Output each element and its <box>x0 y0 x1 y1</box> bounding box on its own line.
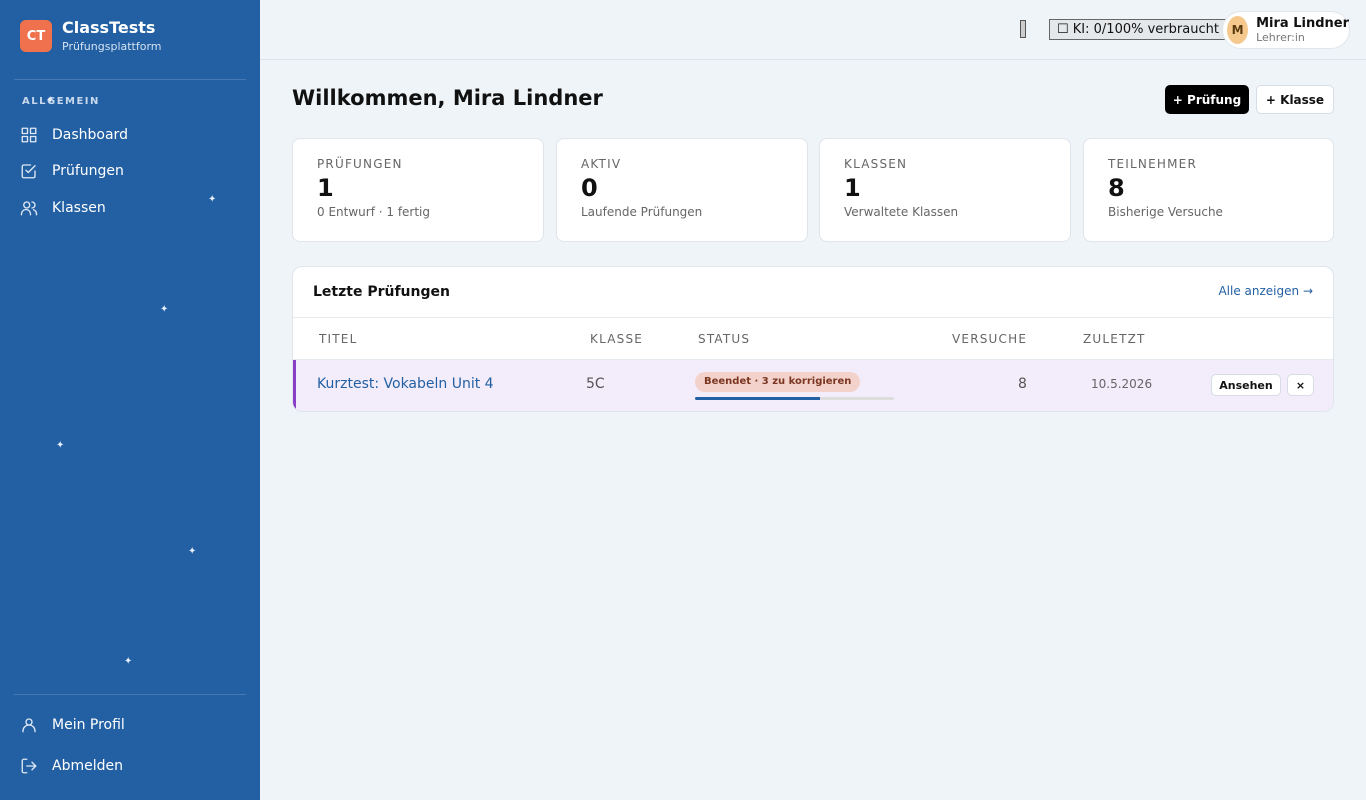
stat-subtext: Verwaltete Klassen <box>844 205 959 219</box>
page-title: Willkommen, Mira Lindner <box>292 86 603 110</box>
brand-logo: CT <box>20 20 52 52</box>
sidebar-item-profil[interactable]: Mein Profil <box>20 713 125 737</box>
stat-label: TEILNEHMER <box>1108 157 1197 171</box>
status-badge: Beendet · 3 zu korrigieren <box>695 372 861 392</box>
column-header-last[interactable]: ZULETZT <box>1083 332 1146 346</box>
user-icon <box>22 718 36 733</box>
stat-label: KLASSEN <box>844 157 908 171</box>
sidebar-item-klassen[interactable]: Klassen <box>20 196 106 220</box>
sidebar-item-label: Dashboard <box>52 127 128 143</box>
new-exam-button[interactable]: + Prüfung <box>1165 85 1249 114</box>
show-all-link[interactable]: Alle anzeigen → <box>1218 284 1313 298</box>
sidebar-item-label: Mein Profil <box>52 717 125 733</box>
stat-label: AKTIV <box>581 157 622 171</box>
users-icon <box>20 201 38 216</box>
logout-icon <box>21 758 37 774</box>
ki-usage-indicator[interactable]: ☐ KI: 0/100% verbraucht <box>1049 19 1227 40</box>
sidebar-divider <box>14 694 246 695</box>
column-header-status[interactable]: STATUS <box>698 332 750 346</box>
column-header-title[interactable]: TITEL <box>319 332 357 346</box>
stat-value: 0 <box>581 174 598 202</box>
stat-subtext: 0 Entwurf · 1 fertig <box>317 205 431 219</box>
column-header-class[interactable]: KLASSE <box>590 332 643 346</box>
close-icon[interactable]: × <box>1287 374 1314 396</box>
stat-card-teilnehmer: TEILNEHMER 8 Bisherige Versuche <box>1083 138 1334 242</box>
view-exam-button[interactable]: Ansehen <box>1211 374 1281 396</box>
sidebar-item-label: Klassen <box>52 200 106 216</box>
sidebar-item-dashboard[interactable]: Dashboard <box>20 123 128 147</box>
user-menu[interactable]: M Mira Lindner Lehrer:in <box>1222 11 1350 49</box>
star-decoration: ✦ <box>46 95 55 106</box>
stat-card-klassen: KLASSEN 1 Verwaltete Klassen <box>819 138 1071 242</box>
user-name: Mira Lindner <box>1256 15 1349 31</box>
sidebar: CT ClassTests Prüfungsplattform ALLGEMEI… <box>0 0 260 800</box>
exam-class: 5C <box>586 376 605 392</box>
star-decoration: ✦ <box>56 440 65 451</box>
stat-card-pruefungen: PRÜFUNGEN 1 0 Entwurf · 1 fertig <box>292 138 544 242</box>
stat-label: PRÜFUNGEN <box>317 157 403 171</box>
star-decoration: ✦ <box>208 194 217 205</box>
correction-progress-bar <box>695 397 894 400</box>
sidebar-item-pruefungen[interactable]: Prüfungen <box>20 159 124 183</box>
avatar: M <box>1227 16 1249 44</box>
sidebar-item-abmelden[interactable]: Abmelden <box>20 754 123 778</box>
dashboard-icon <box>21 127 37 143</box>
star-decoration: ✦ <box>160 304 169 315</box>
brand-title: ClassTests <box>62 18 156 37</box>
sidebar-divider <box>14 79 246 80</box>
progress-fill <box>695 397 821 400</box>
stat-value: 1 <box>317 174 334 202</box>
table-header: TITEL KLASSE STATUS VERSUCHE ZULETZT <box>293 317 1333 360</box>
star-decoration: ✦ <box>188 546 197 557</box>
section-label: ALLGEMEIN <box>22 96 100 107</box>
star-decoration: ✦ <box>124 656 133 667</box>
panel-title: Letzte Prüfungen <box>313 284 450 300</box>
exam-last-date: 10.5.2026 <box>1091 377 1153 391</box>
new-class-button[interactable]: + Klasse <box>1256 85 1334 114</box>
brand-subtitle: Prüfungsplattform <box>62 40 162 53</box>
brand[interactable]: CT ClassTests Prüfungsplattform <box>20 18 162 54</box>
stat-value: 1 <box>844 174 861 202</box>
exam-attempts: 8 <box>1018 376 1027 392</box>
table-row[interactable]: Kurztest: Vokabeln Unit 4 5C Beendet · 3… <box>293 360 1333 411</box>
exam-title-link[interactable]: Kurztest: Vokabeln Unit 4 <box>317 376 494 392</box>
stat-subtext: Laufende Prüfungen <box>581 205 703 219</box>
stat-value: 8 <box>1108 174 1125 202</box>
menu-handle-icon[interactable] <box>1020 20 1026 38</box>
top-header: ☐ KI: 0/100% verbraucht M Mira Lindner L… <box>260 0 1366 60</box>
recent-exams-panel: Letzte Prüfungen Alle anzeigen → TITEL K… <box>292 266 1334 412</box>
sidebar-item-label: Prüfungen <box>52 163 124 179</box>
user-role: Lehrer:in <box>1256 30 1305 44</box>
stat-card-aktiv: AKTIV 0 Laufende Prüfungen <box>556 138 808 242</box>
column-header-attempts[interactable]: VERSUCHE <box>952 332 1027 346</box>
sidebar-item-label: Abmelden <box>52 758 123 774</box>
checklist-icon <box>21 164 36 179</box>
stat-subtext: Bisherige Versuche <box>1108 205 1223 219</box>
